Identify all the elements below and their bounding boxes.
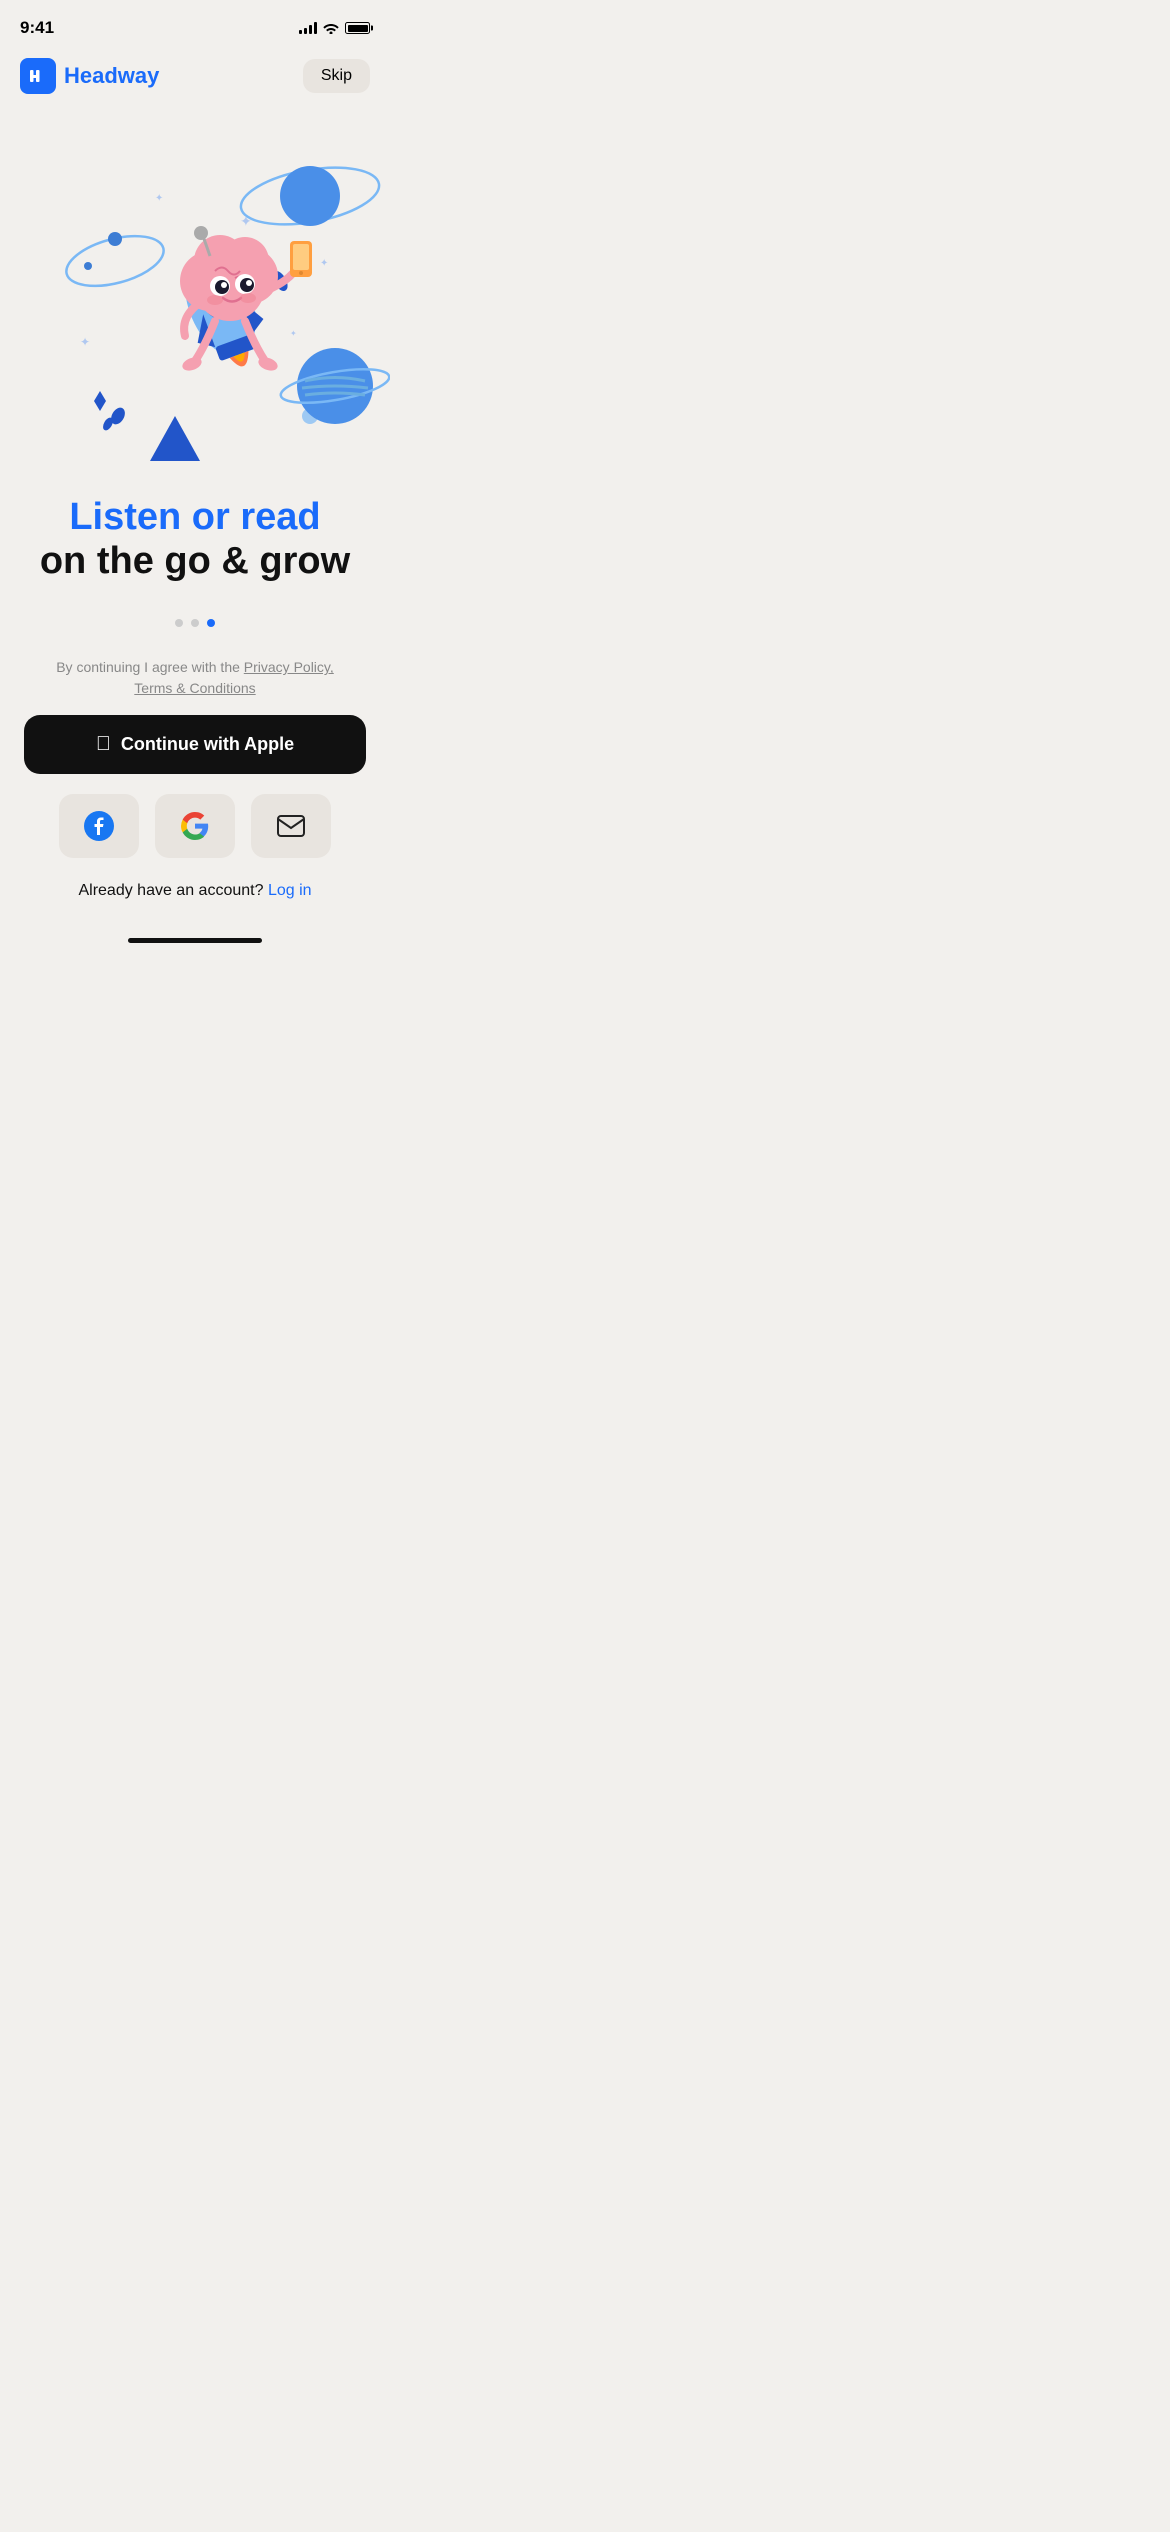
- hero-illustration: ✦ ✦ ✦ ✦ ✦: [0, 106, 390, 486]
- svg-text:✦: ✦: [80, 335, 90, 349]
- continue-with-apple-button[interactable]:  Continue with Apple: [24, 715, 366, 774]
- facebook-button[interactable]: [59, 794, 139, 858]
- headline-blue: Listen or read: [30, 496, 360, 540]
- home-bar: [128, 938, 262, 943]
- apple-logo-icon: : [96, 733, 111, 756]
- legal-text: By continuing I agree with the Privacy P…: [24, 657, 366, 699]
- terms-conditions-link[interactable]: Terms & Conditions: [134, 680, 255, 696]
- google-icon: [181, 812, 209, 840]
- status-icons: [299, 22, 370, 34]
- email-icon: [277, 815, 305, 837]
- skip-button[interactable]: Skip: [303, 59, 370, 93]
- google-button[interactable]: [155, 794, 235, 858]
- email-button[interactable]: [251, 794, 331, 858]
- headline-black: on the go & grow: [30, 540, 360, 584]
- home-indicator: [0, 930, 390, 949]
- legal-prefix: By continuing I agree with the: [56, 659, 240, 675]
- svg-text:✦: ✦: [290, 329, 297, 338]
- header: Headway Skip: [0, 50, 390, 106]
- facebook-icon: [84, 811, 114, 841]
- page-dots: [0, 619, 390, 627]
- dot-2: [191, 619, 199, 627]
- apple-button-label: Continue with Apple: [121, 734, 294, 755]
- status-bar: 9:41: [0, 0, 390, 50]
- login-prefix: Already have an account?: [78, 882, 263, 899]
- login-text: Already have an account? Log in: [24, 882, 366, 900]
- wifi-icon: [323, 22, 339, 34]
- dot-1: [175, 619, 183, 627]
- social-buttons: [24, 794, 366, 858]
- logo-text: Headway: [64, 63, 159, 89]
- logo-icon: [20, 58, 56, 94]
- login-link[interactable]: Log in: [268, 882, 312, 899]
- logo: Headway: [20, 58, 159, 94]
- privacy-policy-link[interactable]: Privacy Policy,: [244, 659, 334, 675]
- svg-text:✦: ✦: [320, 258, 328, 269]
- status-time: 9:41: [20, 18, 54, 38]
- svg-text:✦: ✦: [155, 193, 163, 204]
- svg-text:✦: ✦: [240, 213, 252, 229]
- signal-icon: [299, 22, 317, 34]
- bottom-section: By continuing I agree with the Privacy P…: [0, 657, 390, 930]
- dot-3: [207, 619, 215, 627]
- hero-text: Listen or read on the go & grow: [0, 486, 390, 603]
- battery-icon: [345, 22, 370, 34]
